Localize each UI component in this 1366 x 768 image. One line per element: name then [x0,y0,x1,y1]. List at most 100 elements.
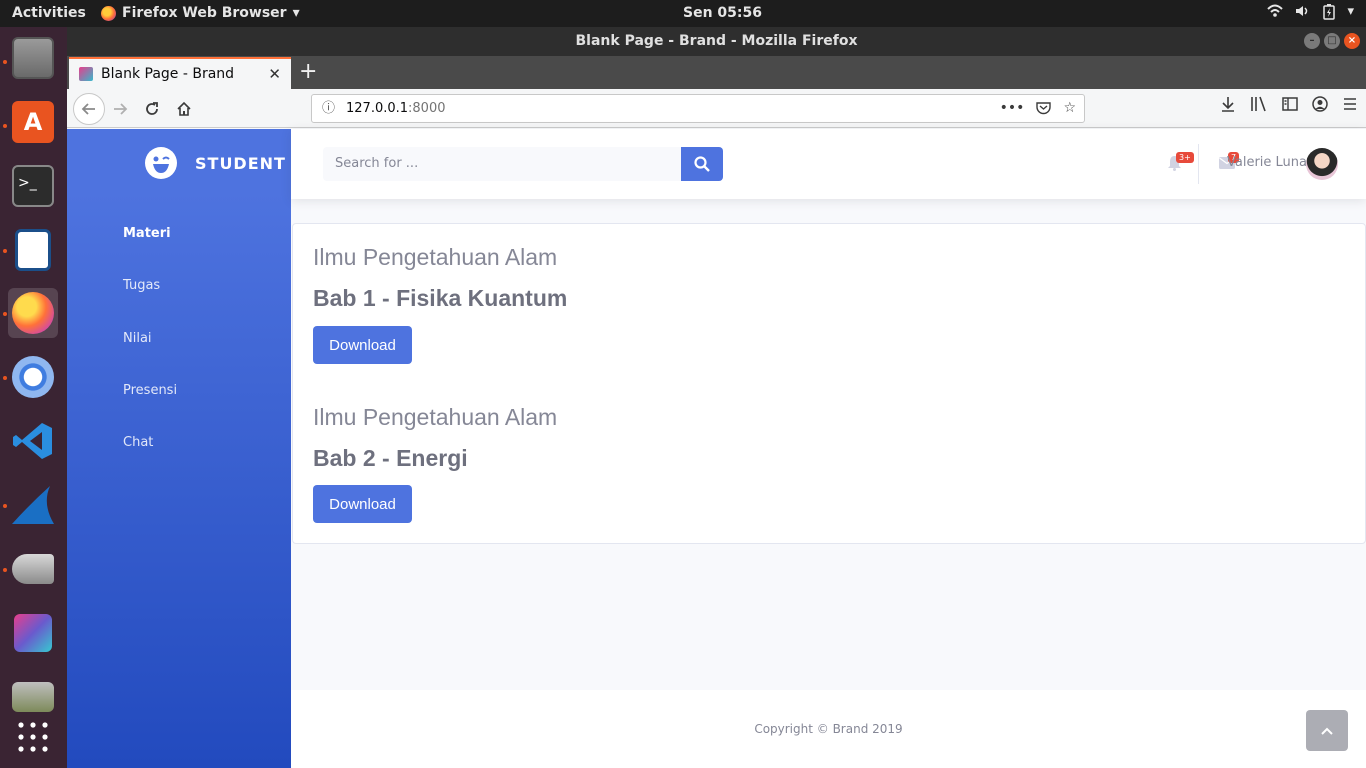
running-indicator [3,504,7,508]
footer: Copyright © Brand 2019 [291,690,1366,768]
reload-icon [146,102,158,115]
copyright-text: Copyright © Brand 2019 [754,722,903,736]
sidebar-item-chat[interactable]: Chat [123,435,153,450]
material-chapter: Bab 2 - Energi [313,445,468,471]
info-icon[interactable]: ⓘ [322,95,335,122]
bookmark-star-icon[interactable]: ☆ [1063,95,1076,125]
window-controls: – □ × [1304,33,1360,49]
firefox-app-icon[interactable] [8,288,58,338]
window-title-bar: Blank Page - Brand - Mozilla Firefox – □… [67,27,1366,56]
sidebar-brand[interactable]: STUDENT [145,147,286,179]
brand-text: STUDENT [195,153,286,173]
caret-down-icon: ▾ [1347,4,1354,19]
navigation-toolbar: ⓘ 127.0.0.1:8000 ••• ☆ [67,89,1366,128]
alerts-count-badge: 3+ [1176,152,1194,163]
chromium-app-icon[interactable] [8,352,58,402]
app-grid-icon [18,722,48,752]
forward-button[interactable] [107,96,133,122]
material-subject: Ilmu Pengetahuan Alam [313,404,558,430]
library-icon[interactable] [1250,96,1268,116]
jetbrains-icon [14,614,52,652]
materials-card: Ilmu Pengetahuan Alam Bab 1 - Fisika Kua… [292,223,1366,544]
close-tab-icon[interactable]: ✕ [268,65,281,83]
browser-tab[interactable]: Blank Page - Brand ✕ [69,57,291,89]
shark-fin-icon [12,486,54,524]
url-host: 127.0.0.1 [346,101,409,116]
url-bar[interactable]: ⓘ 127.0.0.1:8000 ••• ☆ [311,94,1085,123]
caret-down-icon: ▾ [292,5,300,21]
home-button[interactable] [171,96,197,122]
material-subject: Ilmu Pengetahuan Alam [313,244,558,270]
url-port: :8000 [408,101,446,116]
vscode-icon [13,423,52,459]
alerts-dropdown[interactable]: 3+ [1167,152,1194,173]
app-menu[interactable]: Firefox Web Browser ▾ [101,5,300,21]
system-tray[interactable]: ▾ [1267,4,1354,24]
volume-icon [1295,4,1311,24]
image-icon [12,682,54,712]
clock[interactable]: Sen 05:56 [683,5,762,21]
vscode-app-icon[interactable] [8,416,58,466]
url-actions: ••• ☆ [1000,95,1076,125]
search-input[interactable]: Search for ... [323,147,681,181]
scanner-app-icon[interactable] [8,544,58,594]
software-app-icon[interactable]: A [8,97,58,147]
chromium-icon [12,356,54,398]
window-title: Blank Page - Brand - Mozilla Firefox [575,33,858,49]
jetbrains-app-icon[interactable] [8,608,58,658]
dock: A >_ [0,27,67,768]
user-name[interactable]: Valerie Luna [1227,155,1307,170]
system-top-bar: Activities Firefox Web Browser ▾ Sen 05:… [0,0,1366,27]
material-chapter: Bab 1 - Fisika Kuantum [313,285,568,311]
running-indicator [3,249,7,253]
menu-icon[interactable] [1342,96,1358,116]
back-button[interactable] [73,93,105,125]
forward-icon [114,103,128,115]
files-icon [12,37,54,79]
running-indicator [3,312,7,316]
account-icon[interactable] [1312,96,1328,116]
topbar-divider [1198,144,1199,184]
running-indicator [3,60,7,64]
files-app-icon[interactable] [8,33,58,83]
sidebar-item-presensi[interactable]: Presensi [123,383,177,398]
web-page: STUDENT Materi Tugas Nilai Presensi Chat… [67,129,1366,768]
sidebar-item-nilai[interactable]: Nilai [123,331,152,346]
sidebar-toggle-icon[interactable] [1282,96,1298,116]
firefox-icon [101,5,116,21]
chevron-up-icon [1321,727,1333,735]
new-tab-button[interactable]: + [299,59,317,84]
download-button[interactable]: Download [313,326,412,364]
scroll-to-top-button[interactable] [1306,710,1348,751]
reload-button[interactable] [139,96,165,122]
sidebar: STUDENT Materi Tugas Nilai Presensi Chat [67,129,291,768]
activities-button[interactable]: Activities [12,5,86,21]
pocket-icon[interactable] [1036,95,1052,125]
search-icon [694,156,710,172]
wireshark-app-icon[interactable] [8,480,58,530]
writer-app-icon[interactable] [8,225,58,275]
tab-strip: Blank Page - Brand ✕ + [67,56,1366,89]
back-icon [81,103,95,115]
running-indicator [3,124,7,128]
running-indicator [3,376,7,380]
show-applications-button[interactable] [8,712,58,762]
document-icon [15,229,51,271]
minimize-button[interactable]: – [1304,33,1320,49]
favicon-icon [79,67,93,81]
downloads-icon[interactable] [1220,96,1236,116]
search-button[interactable] [681,147,723,181]
close-window-button[interactable]: × [1344,33,1360,49]
firefox-icon [12,292,54,334]
battery-icon [1323,4,1336,24]
download-button[interactable]: Download [313,485,412,523]
running-indicator [3,568,7,572]
page-actions-icon[interactable]: ••• [1000,95,1025,125]
browser-tools [1220,96,1358,116]
sidebar-item-materi[interactable]: Materi [123,226,171,241]
user-avatar[interactable] [1306,148,1338,180]
sidebar-item-tugas[interactable]: Tugas [123,278,160,293]
wifi-icon [1267,4,1284,24]
terminal-app-icon[interactable]: >_ [8,161,58,211]
maximize-button[interactable]: □ [1324,33,1340,49]
